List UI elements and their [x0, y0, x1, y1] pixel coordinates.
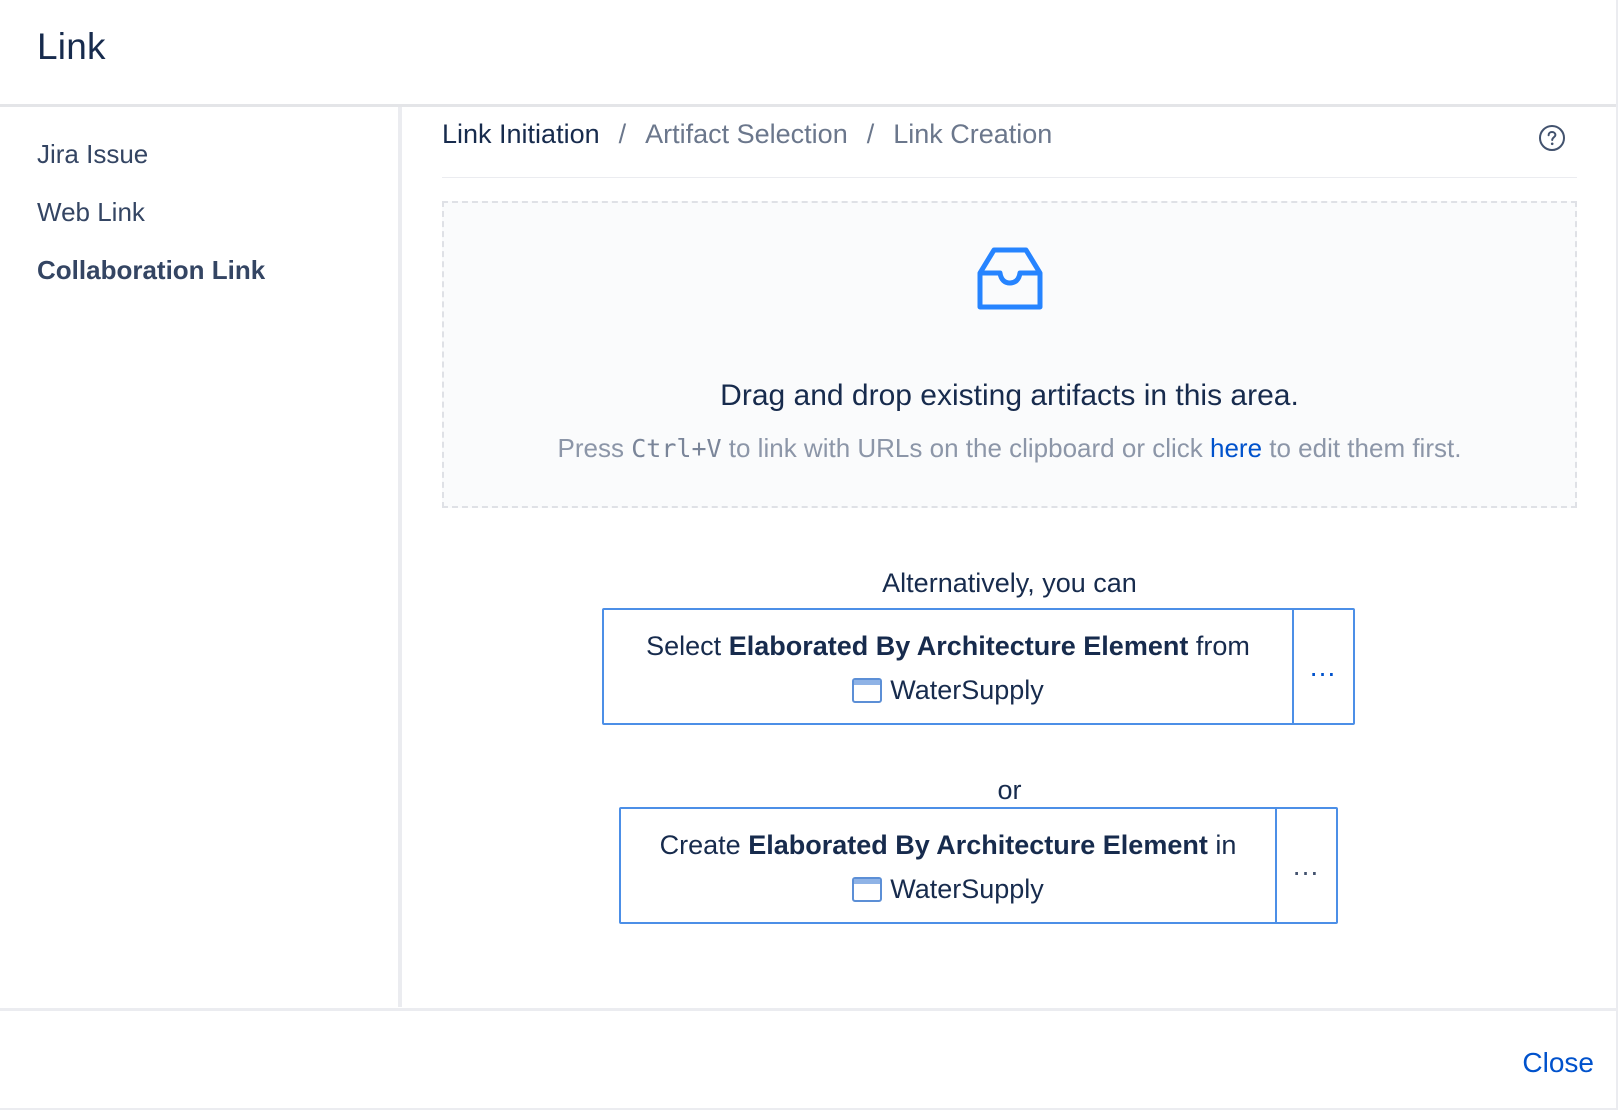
- create-more-options-button[interactable]: …: [1277, 809, 1336, 922]
- create-verb: Create: [659, 830, 749, 860]
- create-artifact-type: Elaborated By Architecture Element: [748, 830, 1208, 860]
- select-more-options-button[interactable]: …: [1294, 610, 1353, 723]
- drop-zone-title: Drag and drop existing artifacts in this…: [720, 379, 1299, 412]
- breadcrumb: Link Initiation / Artifact Selection / Link …: [442, 119, 1052, 150]
- dialog-title: Link: [37, 26, 106, 67]
- link-type-sidebar: Jira Issue Web Link Collaboration Link: [0, 107, 402, 1007]
- link-dialog: Link Jira Issue Web Link Collaboration L…: [0, 0, 1618, 1110]
- artifact-drop-zone[interactable]: Drag and drop existing artifacts in this…: [442, 201, 1577, 508]
- edit-urls-link[interactable]: here: [1210, 433, 1262, 463]
- or-separator: or: [997, 775, 1022, 805]
- breadcrumb-separator: /: [866, 119, 875, 149]
- create-project-name: WaterSupply: [890, 874, 1044, 904]
- main-panel: Link Initiation / Artifact Selection / Link …: [402, 107, 1616, 1007]
- window-icon: [852, 678, 883, 703]
- select-preposition: from: [1188, 631, 1250, 661]
- breadcrumb-separator: /: [618, 119, 627, 149]
- close-button[interactable]: Close: [1522, 1047, 1594, 1079]
- drop-zone-hint-middle: to link with URLs on the clipboard or cl…: [721, 433, 1210, 463]
- paste-shortcut: Ctrl+V: [631, 434, 722, 463]
- select-verb: Select: [646, 631, 729, 661]
- create-artifact-box: Create Elaborated By Architecture Elemen…: [619, 807, 1338, 924]
- drop-zone-hint-prefix: Press: [557, 433, 632, 463]
- select-artifact-box: Select Elaborated By Architecture Elemen…: [602, 608, 1355, 725]
- drop-zone-hint-suffix: to edit them first.: [1262, 433, 1462, 463]
- breadcrumb-artifact-selection[interactable]: Artifact Selection: [645, 119, 848, 149]
- breadcrumb-divider: [442, 177, 1577, 178]
- create-artifact-button[interactable]: Create Elaborated By Architecture Elemen…: [621, 809, 1277, 922]
- sidebar-item-jira-issue[interactable]: Jira Issue: [37, 139, 148, 170]
- sidebar-item-collaboration-link[interactable]: Collaboration Link: [37, 255, 265, 286]
- dialog-header: Link: [0, 0, 1616, 107]
- select-artifact-type: Elaborated By Architecture Element: [728, 631, 1189, 661]
- breadcrumb-link-creation[interactable]: Link Creation: [893, 119, 1052, 149]
- drop-zone-hint: Press Ctrl+V to link with URLs on the cl…: [444, 433, 1575, 464]
- create-preposition: in: [1207, 830, 1237, 860]
- inbox-icon: [977, 247, 1043, 310]
- window-icon: [852, 877, 883, 902]
- breadcrumb-link-initiation[interactable]: Link Initiation: [442, 119, 600, 149]
- dialog-footer: Close: [0, 1008, 1616, 1111]
- select-project-name: WaterSupply: [890, 675, 1044, 705]
- sidebar-item-web-link[interactable]: Web Link: [37, 197, 145, 228]
- select-artifact-button[interactable]: Select Elaborated By Architecture Elemen…: [604, 610, 1294, 723]
- alternatives-intro: Alternatively, you can: [882, 568, 1137, 598]
- help-circle-icon[interactable]: [1538, 124, 1566, 152]
